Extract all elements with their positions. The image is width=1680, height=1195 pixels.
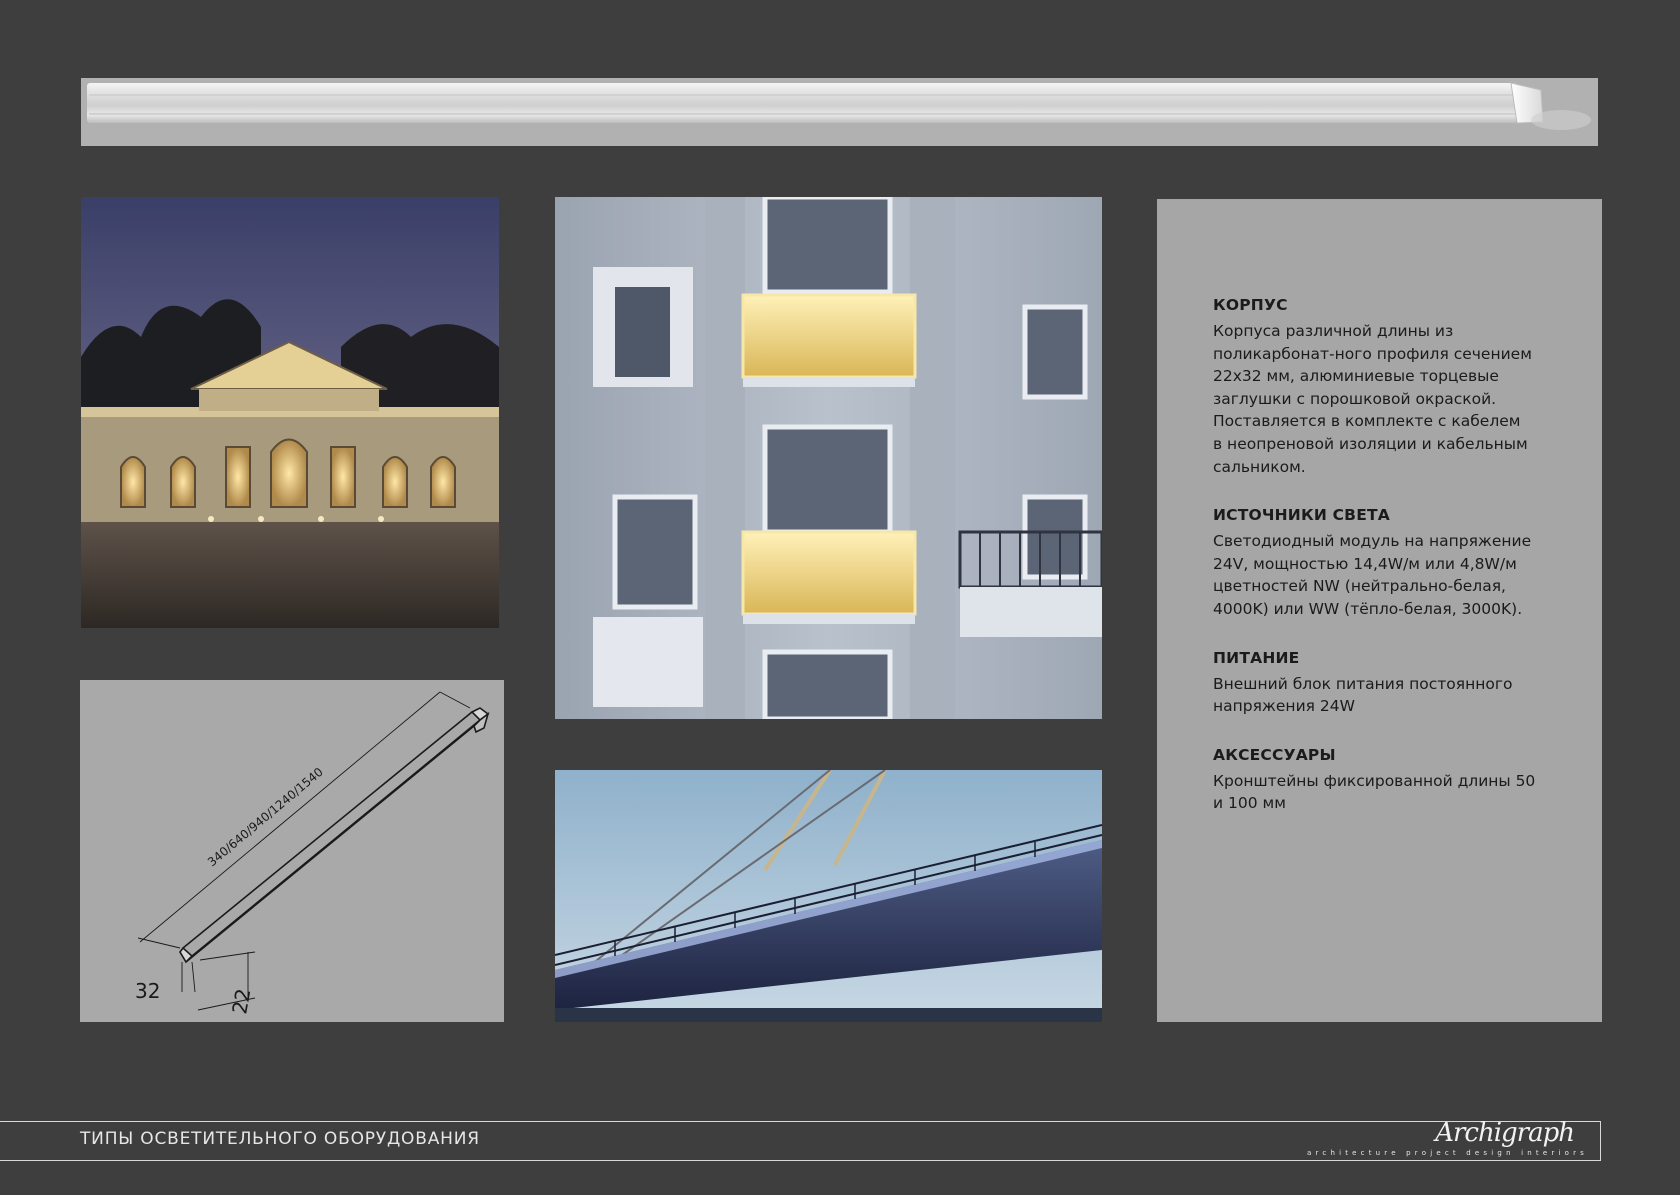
logo-tagline: architecture project design interiors bbox=[1306, 1149, 1588, 1157]
spec-heading: ПИТАНИЕ bbox=[1213, 648, 1300, 667]
length-dimension-label: 340/640/940/1240/1540 bbox=[205, 765, 326, 870]
spec-text: Внешний блок питания постоянного напряже… bbox=[1213, 674, 1513, 716]
spec-text: Светодиодный модуль на напряжение 24V, м… bbox=[1213, 532, 1532, 618]
led-profile-banner bbox=[81, 78, 1598, 146]
spec-section-housing: КОРПУС Корпуса различной длины из полика… bbox=[1213, 296, 1562, 478]
height-dimension-label: 22 bbox=[227, 987, 255, 1016]
facade-balconies-photo bbox=[555, 197, 1102, 719]
spec-section-light-sources: ИСТОЧНИКИ СВЕТА Светодиодный модуль на н… bbox=[1213, 506, 1562, 620]
villa-night-photo bbox=[81, 197, 499, 628]
footer-title: ТИПЫ ОСВЕТИТЕЛЬНОГО ОБОРУДОВАНИЯ bbox=[80, 1129, 480, 1149]
width-dimension-label: 32 bbox=[135, 979, 160, 1003]
spec-heading: КОРПУС bbox=[1213, 296, 1288, 314]
bridge-photo bbox=[555, 770, 1102, 1022]
spec-section-accessories: АКСЕССУАРЫ Кронштейны фиксированной длин… bbox=[1213, 746, 1562, 815]
archigraph-logo: Archigraph architecture project design i… bbox=[1302, 1118, 1592, 1160]
spec-heading: ИСТОЧНИКИ СВЕТА bbox=[1213, 506, 1390, 525]
spec-panel: КОРПУС Корпуса различной длины из полика… bbox=[1157, 199, 1602, 1022]
logo-script: Archigraph bbox=[1435, 1118, 1575, 1148]
spec-text: Корпуса различной длины из поликарбонат-… bbox=[1213, 322, 1532, 476]
footer-bar: ТИПЫ ОСВЕТИТЕЛЬНОГО ОБОРУДОВАНИЯ Archigr… bbox=[0, 1118, 1601, 1161]
spec-section-power: ПИТАНИЕ Внешний блок питания постоянного… bbox=[1213, 649, 1562, 718]
spec-heading: АКСЕССУАРЫ bbox=[1213, 745, 1336, 764]
spec-text: Кронштейны фиксированной длины 50 и 100 … bbox=[1213, 771, 1536, 813]
profile-dimension-drawing: 340/640/940/1240/1540 32 22 bbox=[80, 680, 504, 1022]
